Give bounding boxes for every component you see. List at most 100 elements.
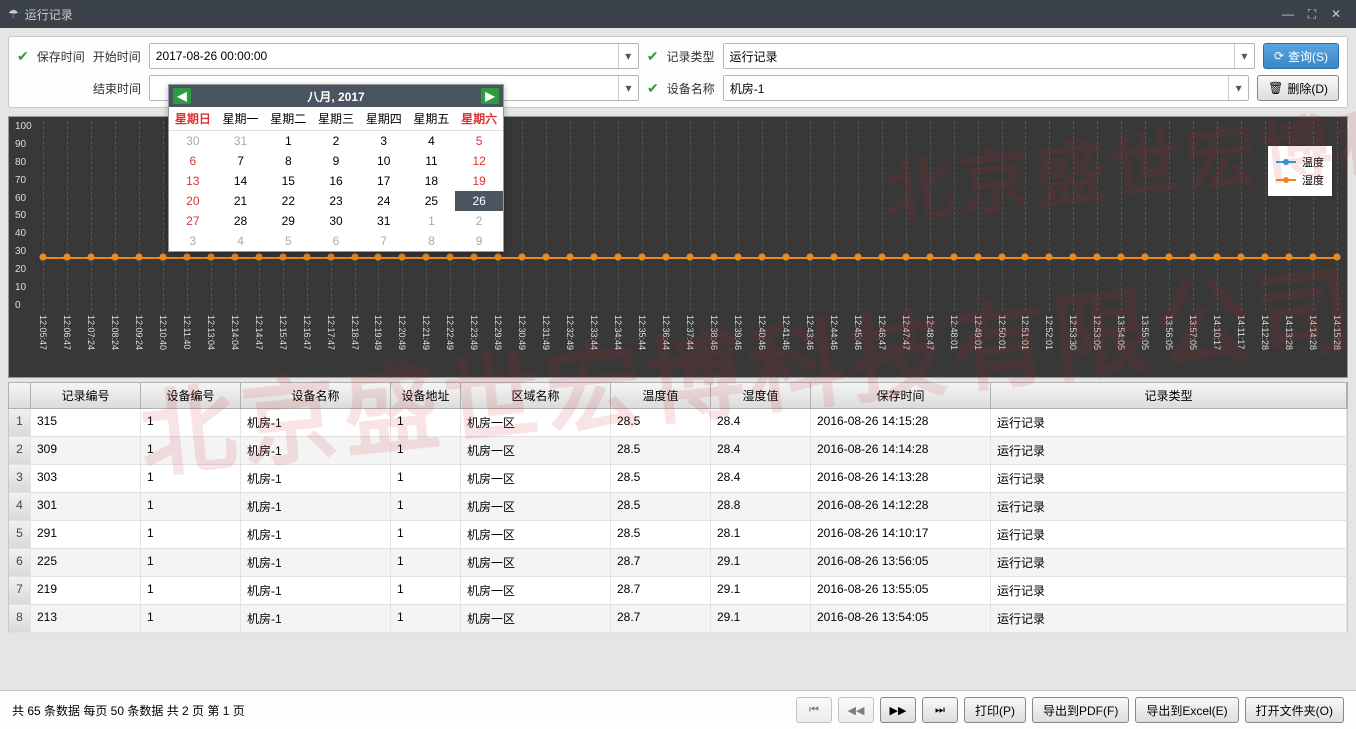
calendar-day[interactable]: 20 (169, 191, 217, 211)
table-row[interactable]: 72191机房-11机房一区28.729.12016-08-26 13:55:0… (8, 577, 1348, 605)
calendar-day[interactable]: 25 (408, 191, 456, 211)
calendar-day[interactable]: 30 (312, 211, 360, 231)
app-icon: ☂ (8, 7, 19, 21)
calendar-day[interactable]: 2 (312, 131, 360, 151)
end-time-label: 结束时间 (93, 80, 141, 97)
chevron-down-icon[interactable]: ▾ (618, 76, 638, 100)
calendar-day[interactable]: 17 (360, 171, 408, 191)
check-icon: ✔ (17, 48, 29, 65)
device-name-label: 设备名称 (667, 80, 715, 97)
calendar-day[interactable]: 28 (217, 211, 265, 231)
calendar-day[interactable]: 11 (408, 151, 456, 171)
calendar-day[interactable]: 23 (312, 191, 360, 211)
trash-icon: 🗑 (1268, 81, 1283, 95)
calendar-day[interactable]: 4 (408, 131, 456, 151)
calendar-day[interactable]: 9 (312, 151, 360, 171)
calendar-day[interactable]: 9 (455, 231, 503, 251)
table-row[interactable]: 52911机房-11机房一区28.528.12016-08-26 14:10:1… (8, 521, 1348, 549)
print-button[interactable]: 打印(P) (964, 697, 1026, 723)
table-row[interactable]: 33031机房-11机房一区28.528.42016-08-26 14:13:2… (8, 465, 1348, 493)
save-time-label: 保存时间 (37, 48, 85, 65)
grid-header: 记录编号 设备编号 设备名称 设备地址 区域名称 温度值 湿度值 保存时间 记录… (8, 382, 1348, 409)
legend-swatch (1276, 161, 1296, 163)
record-type-label: 记录类型 (667, 48, 715, 65)
footer: 共 65 条数据 每页 50 条数据 共 2 页 第 1 页 ⏮ ◀◀ ▶▶ ⏭… (0, 690, 1356, 729)
first-page-button[interactable]: ⏮ (796, 697, 832, 723)
calendar-day[interactable]: 21 (217, 191, 265, 211)
calendar-day[interactable]: 6 (312, 231, 360, 251)
calendar-day[interactable]: 8 (408, 231, 456, 251)
check-icon: ✔ (647, 48, 659, 65)
calendar-dow: 星期日 (169, 107, 217, 131)
calendar-day[interactable]: 30 (169, 131, 217, 151)
next-month-button[interactable]: ▶ (481, 88, 499, 104)
chevron-down-icon[interactable]: ▾ (1234, 44, 1254, 68)
start-time-label: 开始时间 (93, 48, 141, 65)
calendar-day[interactable]: 19 (455, 171, 503, 191)
calendar-day[interactable]: 1 (264, 131, 312, 151)
chevron-down-icon[interactable]: ▾ (618, 44, 638, 68)
calendar-day[interactable]: 31 (217, 131, 265, 151)
open-folder-button[interactable]: 打开文件夹(O) (1245, 697, 1344, 723)
chevron-down-icon[interactable]: ▾ (1228, 76, 1248, 100)
next-page-button[interactable]: ▶▶ (880, 697, 916, 723)
calendar-dow: 星期二 (264, 107, 312, 131)
calendar-day[interactable]: 6 (169, 151, 217, 171)
close-button[interactable]: ✕ (1324, 7, 1348, 21)
calendar-day[interactable]: 27 (169, 211, 217, 231)
data-grid: 记录编号 设备编号 设备名称 设备地址 区域名称 温度值 湿度值 保存时间 记录… (8, 382, 1348, 633)
calendar-title: 八月, 2017 (307, 88, 364, 105)
chart-legend: 温度 湿度 (1267, 145, 1333, 197)
calendar-dow: 星期一 (217, 107, 265, 131)
calendar-day[interactable]: 10 (360, 151, 408, 171)
calendar-day[interactable]: 2 (455, 211, 503, 231)
calendar-day[interactable]: 15 (264, 171, 312, 191)
calendar-day[interactable]: 29 (264, 211, 312, 231)
table-row[interactable]: 82131机房-11机房一区28.729.12016-08-26 13:54:0… (8, 605, 1348, 633)
last-page-button[interactable]: ⏭ (922, 697, 958, 723)
calendar-dow: 星期五 (408, 107, 456, 131)
pagination-summary: 共 65 条数据 每页 50 条数据 共 2 页 第 1 页 (12, 702, 245, 719)
calendar-day[interactable]: 24 (360, 191, 408, 211)
calendar-day[interactable]: 7 (360, 231, 408, 251)
calendar-day[interactable]: 13 (169, 171, 217, 191)
minimize-button[interactable]: — (1276, 7, 1300, 21)
start-time-field[interactable]: 2017-08-26 00:00:00 ▾ (149, 43, 639, 69)
titlebar: ☂ 运行记录 — ⛶ ✕ (0, 0, 1356, 28)
delete-button[interactable]: 🗑删除(D) (1257, 75, 1339, 101)
legend-swatch (1276, 179, 1296, 181)
check-icon: ✔ (647, 80, 659, 97)
calendar-dow: 星期三 (312, 107, 360, 131)
calendar-day[interactable]: 16 (312, 171, 360, 191)
table-row[interactable]: 43011机房-11机房一区28.528.82016-08-26 14:12:2… (8, 493, 1348, 521)
calendar-day[interactable]: 31 (360, 211, 408, 231)
calendar-day[interactable]: 5 (264, 231, 312, 251)
calendar-day[interactable]: 5 (455, 131, 503, 151)
prev-page-button[interactable]: ◀◀ (838, 697, 874, 723)
export-pdf-button[interactable]: 导出到PDF(F) (1032, 697, 1129, 723)
export-excel-button[interactable]: 导出到Excel(E) (1135, 697, 1238, 723)
table-row[interactable]: 23091机房-11机房一区28.528.42016-08-26 14:14:2… (8, 437, 1348, 465)
device-name-field[interactable]: 机房-1 ▾ (723, 75, 1249, 101)
calendar-day[interactable]: 3 (360, 131, 408, 151)
prev-month-button[interactable]: ◀ (173, 88, 191, 104)
table-row[interactable]: 62251机房-11机房一区28.729.12016-08-26 13:56:0… (8, 549, 1348, 577)
calendar-day[interactable]: 1 (408, 211, 456, 231)
record-type-field[interactable]: 运行记录 ▾ (723, 43, 1255, 69)
calendar-day[interactable]: 18 (408, 171, 456, 191)
calendar-day[interactable]: 22 (264, 191, 312, 211)
query-button[interactable]: ⟳查询(S) (1263, 43, 1339, 69)
table-row[interactable]: 13151机房-11机房一区28.528.42016-08-26 14:15:2… (8, 409, 1348, 437)
calendar-day[interactable]: 12 (455, 151, 503, 171)
calendar-day[interactable]: 3 (169, 231, 217, 251)
calendar-day[interactable]: 4 (217, 231, 265, 251)
calendar-dow: 星期六 (455, 107, 503, 131)
date-picker-popup: ◀ 八月, 2017 ▶ 星期日星期一星期二星期三星期四星期五星期六 30311… (168, 84, 504, 252)
calendar-day[interactable]: 14 (217, 171, 265, 191)
refresh-icon: ⟳ (1274, 49, 1284, 63)
window-title: 运行记录 (25, 6, 73, 23)
calendar-day[interactable]: 26 (455, 191, 503, 211)
maximize-button[interactable]: ⛶ (1300, 7, 1324, 22)
calendar-day[interactable]: 7 (217, 151, 265, 171)
calendar-day[interactable]: 8 (264, 151, 312, 171)
